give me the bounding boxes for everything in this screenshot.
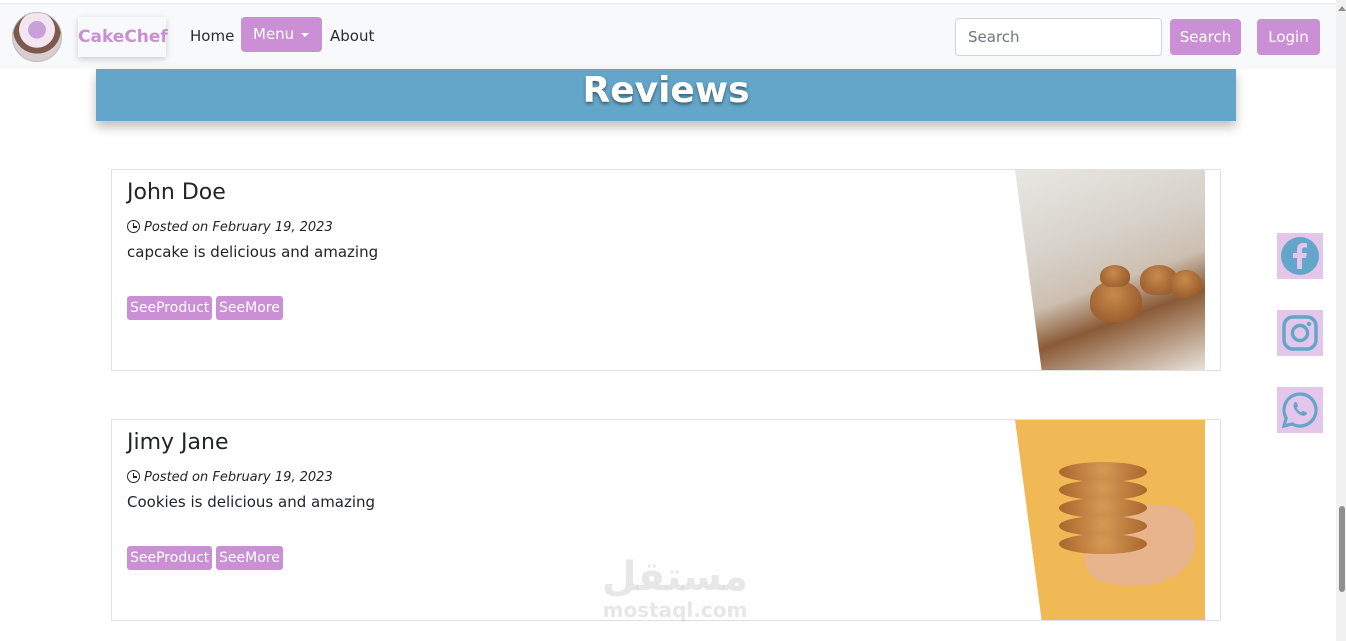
- clock-icon: [127, 220, 140, 233]
- instagram-icon: [1282, 315, 1318, 351]
- search-button[interactable]: Search: [1170, 19, 1241, 55]
- see-product-button[interactable]: SeeProduct: [127, 296, 213, 320]
- menu-label: Menu: [253, 25, 295, 43]
- reviews-banner: Reviews: [96, 69, 1236, 121]
- muffins-photo: [1015, 170, 1205, 370]
- cookies-photo: [1015, 420, 1205, 620]
- navbar: CakeChef Home Menu About Search Login: [0, 3, 1336, 69]
- nav-home-link[interactable]: Home: [190, 27, 234, 45]
- scrollbar-thumb[interactable]: [1339, 506, 1345, 592]
- review-date-text: Posted on February 19, 2023: [144, 220, 333, 235]
- review-date: Posted on February 19, 2023: [127, 470, 333, 485]
- brand-name[interactable]: CakeChef: [78, 17, 168, 57]
- review-date-text: Posted on February 19, 2023: [144, 470, 333, 485]
- see-more-button[interactable]: SeeMore: [216, 546, 283, 570]
- reviewer-name: John Doe: [127, 180, 226, 205]
- whatsapp-link[interactable]: [1277, 387, 1323, 433]
- reviewer-name: Jimy Jane: [127, 430, 229, 455]
- facebook-link[interactable]: [1277, 233, 1323, 279]
- scroll-up-icon[interactable]: [1338, 6, 1346, 11]
- page: CakeChef Home Menu About Search Login Re…: [0, 0, 1346, 641]
- watermark: مستقل mostaql.com: [590, 555, 760, 621]
- see-more-button[interactable]: SeeMore: [216, 296, 283, 320]
- whatsapp-icon: [1281, 392, 1318, 429]
- facebook-icon: [1281, 237, 1319, 275]
- see-product-button[interactable]: SeeProduct: [127, 546, 213, 570]
- logo-image[interactable]: [12, 12, 62, 62]
- watermark-arabic: مستقل: [601, 554, 749, 600]
- instagram-link[interactable]: [1277, 310, 1323, 356]
- review-date: Posted on February 19, 2023: [127, 220, 333, 235]
- review-card: John Doe Posted on February 19, 2023 cap…: [111, 169, 1221, 371]
- review-text: capcake is delicious and amazing: [127, 243, 379, 261]
- nav-about-link[interactable]: About: [330, 27, 374, 45]
- search-input[interactable]: [955, 18, 1162, 56]
- caret-down-icon: [301, 33, 309, 37]
- clock-icon: [127, 470, 140, 483]
- page-title: Reviews: [582, 70, 750, 111]
- login-button[interactable]: Login: [1257, 19, 1320, 55]
- watermark-latin: mostaql.com: [602, 598, 748, 622]
- review-text: Cookies is delicious and amazing: [127, 493, 376, 511]
- menu-dropdown-button[interactable]: Menu: [241, 17, 322, 52]
